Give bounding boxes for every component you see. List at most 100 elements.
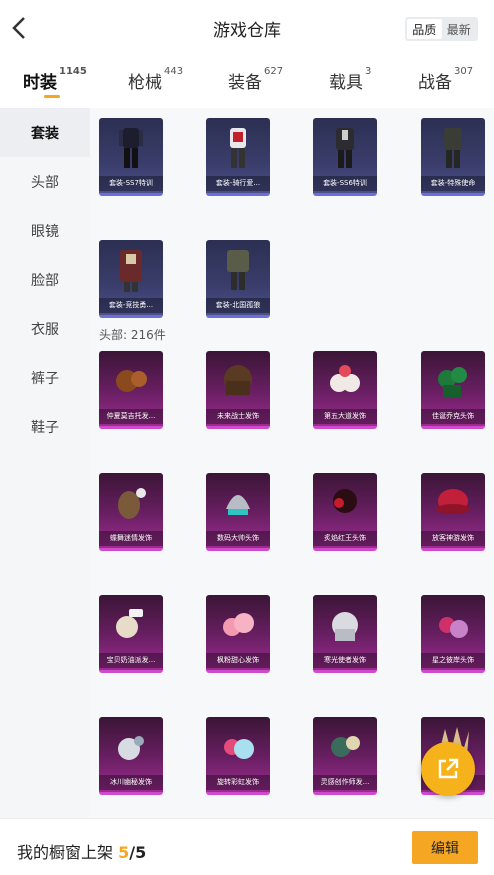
sidebar-item-suits[interactable]: 套装 bbox=[0, 108, 90, 157]
item-card[interactable]: 冰川幽秘发饰 bbox=[99, 717, 163, 795]
hair-icon bbox=[224, 365, 252, 395]
sidebar-item-clothes[interactable]: 衣服 bbox=[0, 304, 90, 353]
item-label: 套装-SS7特训 bbox=[99, 176, 163, 191]
item-card[interactable]: 套装-骑行爱... bbox=[206, 118, 270, 196]
item-card[interactable]: 枫粉甜心发饰 bbox=[206, 595, 270, 673]
item-card[interactable]: 第五大道发饰 bbox=[313, 351, 377, 429]
item-grid: 套装-SS7特训 套装-骑行爱... 套装-SS6特训 套装-特殊使命 套装-竞… bbox=[90, 108, 494, 818]
sidebar-item-face[interactable]: 脸部 bbox=[0, 255, 90, 304]
suit-icon bbox=[120, 250, 142, 292]
hair-icon bbox=[118, 488, 146, 519]
share-button[interactable] bbox=[421, 742, 475, 796]
item-card[interactable]: 星之彼岸头饰 bbox=[421, 595, 485, 673]
item-label: 套装-SS6特训 bbox=[313, 176, 377, 191]
tab-count: 443 bbox=[164, 66, 184, 77]
item-label: 放客神游发饰 bbox=[421, 531, 485, 546]
item-card[interactable]: 灵感创作师发... bbox=[313, 717, 377, 795]
item-label: 套装-骑行爱... bbox=[206, 176, 270, 191]
item-label: 第五大道发饰 bbox=[313, 409, 377, 424]
item-card[interactable]: 未来战士发饰 bbox=[206, 351, 270, 429]
item-label: 未来战士发饰 bbox=[206, 409, 270, 424]
item-card[interactable]: 炙焰红王头饰 bbox=[313, 473, 377, 551]
item-label: 套装-北国孤狼 bbox=[206, 298, 270, 313]
sidebar-item-pants[interactable]: 裤子 bbox=[0, 353, 90, 402]
hair-icon bbox=[330, 365, 360, 392]
item-card[interactable]: 套装-竞技勇... bbox=[99, 240, 163, 318]
hair-icon bbox=[223, 613, 254, 636]
sort-toggle: 品质 最新 bbox=[405, 17, 478, 41]
item-card[interactable]: 套装-SS7特训 bbox=[99, 118, 163, 196]
item-card[interactable]: 套装-特殊使命 bbox=[421, 118, 485, 196]
item-card[interactable]: 佳诞乔克头饰 bbox=[421, 351, 485, 429]
showcase-current-count: 5 bbox=[118, 843, 130, 862]
item-label: 佳诞乔克头饰 bbox=[421, 409, 485, 424]
item-label: 星之彼岸头饰 bbox=[421, 653, 485, 668]
sidebar-item-shoes[interactable]: 鞋子 bbox=[0, 402, 90, 451]
suit-icon bbox=[119, 128, 143, 168]
item-label: 套装-竞技勇... bbox=[99, 298, 163, 313]
suit-icon bbox=[230, 128, 246, 168]
sort-latest-button[interactable]: 最新 bbox=[442, 19, 477, 39]
bottom-bar: 我的橱窗上架 5/5 编辑 bbox=[0, 818, 494, 875]
showcase-status: 我的橱窗上架 5/5 bbox=[17, 839, 146, 863]
hair-icon bbox=[332, 612, 358, 641]
active-tab-indicator bbox=[44, 95, 60, 98]
tab-label: 战备 bbox=[418, 73, 452, 93]
item-card[interactable]: 宝贝奶油派发... bbox=[99, 595, 163, 673]
tab-count: 627 bbox=[264, 66, 284, 77]
hair-icon bbox=[224, 739, 254, 759]
item-label: 蝶舞迷情发饰 bbox=[99, 531, 163, 546]
hat-icon bbox=[436, 489, 470, 514]
edit-button[interactable]: 编辑 bbox=[412, 831, 478, 864]
item-card[interactable]: 寒光使者发饰 bbox=[313, 595, 377, 673]
item-label: 炙焰红王头饰 bbox=[313, 531, 377, 546]
suit-icon bbox=[227, 250, 249, 290]
sidebar-item-head[interactable]: 头部 bbox=[0, 157, 90, 206]
item-label: 仲夏莫吉托发... bbox=[99, 409, 163, 424]
suit-icon bbox=[336, 128, 354, 168]
item-card[interactable]: 仲夏莫吉托发... bbox=[99, 351, 163, 429]
hair-icon bbox=[333, 489, 357, 513]
category-tabs: 时装1145 枪械443 装备627 载具3 战备307 bbox=[0, 58, 494, 108]
showcase-total-count: 5 bbox=[135, 843, 147, 862]
item-label: 套装-特殊使命 bbox=[421, 176, 485, 191]
tab-count: 1145 bbox=[59, 66, 87, 77]
external-link-icon bbox=[438, 758, 459, 779]
tab-label: 枪械 bbox=[128, 73, 162, 93]
item-card[interactable]: 数码大帅头饰 bbox=[206, 473, 270, 551]
showcase-label: 我的橱窗上架 bbox=[17, 843, 114, 862]
tab-equipment[interactable]: 装备627 bbox=[228, 66, 284, 93]
item-label: 枫粉甜心发饰 bbox=[206, 653, 270, 668]
tab-label: 装备 bbox=[228, 73, 262, 93]
tab-label: 载具 bbox=[329, 73, 363, 93]
tab-supplies[interactable]: 战备307 bbox=[418, 66, 474, 93]
sidebar-item-glasses[interactable]: 眼镜 bbox=[0, 206, 90, 255]
helmet-icon bbox=[226, 495, 250, 515]
hair-icon bbox=[116, 609, 143, 638]
item-card[interactable]: 蝶舞迷情发饰 bbox=[99, 473, 163, 551]
hair-icon bbox=[439, 617, 468, 638]
item-label: 灵感创作师发... bbox=[313, 775, 377, 790]
section-title-head: 头部: 216件 bbox=[99, 328, 166, 342]
suit-icon bbox=[444, 128, 462, 168]
hair-icon bbox=[438, 367, 467, 397]
sidebar: 套装 头部 眼镜 脸部 衣服 裤子 鞋子 bbox=[0, 108, 90, 818]
item-label: 寒光使者发饰 bbox=[313, 653, 377, 668]
tab-label: 时装 bbox=[23, 73, 57, 93]
item-card[interactable]: 套装-北国孤狼 bbox=[206, 240, 270, 318]
tab-vehicles[interactable]: 载具3 bbox=[329, 66, 371, 93]
item-label: 宝贝奶油派发... bbox=[99, 653, 163, 668]
item-card[interactable]: 旋转彩虹发饰 bbox=[206, 717, 270, 795]
item-label: 冰川幽秘发饰 bbox=[99, 775, 163, 790]
tab-count: 307 bbox=[454, 66, 474, 77]
tab-fashion[interactable]: 时装1145 bbox=[23, 66, 87, 93]
item-label: 旋转彩虹发饰 bbox=[206, 775, 270, 790]
tab-guns[interactable]: 枪械443 bbox=[128, 66, 184, 93]
item-card[interactable]: 放客神游发饰 bbox=[421, 473, 485, 551]
hair-icon bbox=[116, 370, 147, 392]
item-label: 数码大帅头饰 bbox=[206, 531, 270, 546]
item-card[interactable]: 套装-SS6特训 bbox=[313, 118, 377, 196]
sort-quality-button[interactable]: 品质 bbox=[407, 19, 442, 39]
header: 游戏仓库 品质 最新 bbox=[0, 0, 494, 58]
hair-icon bbox=[331, 736, 360, 757]
